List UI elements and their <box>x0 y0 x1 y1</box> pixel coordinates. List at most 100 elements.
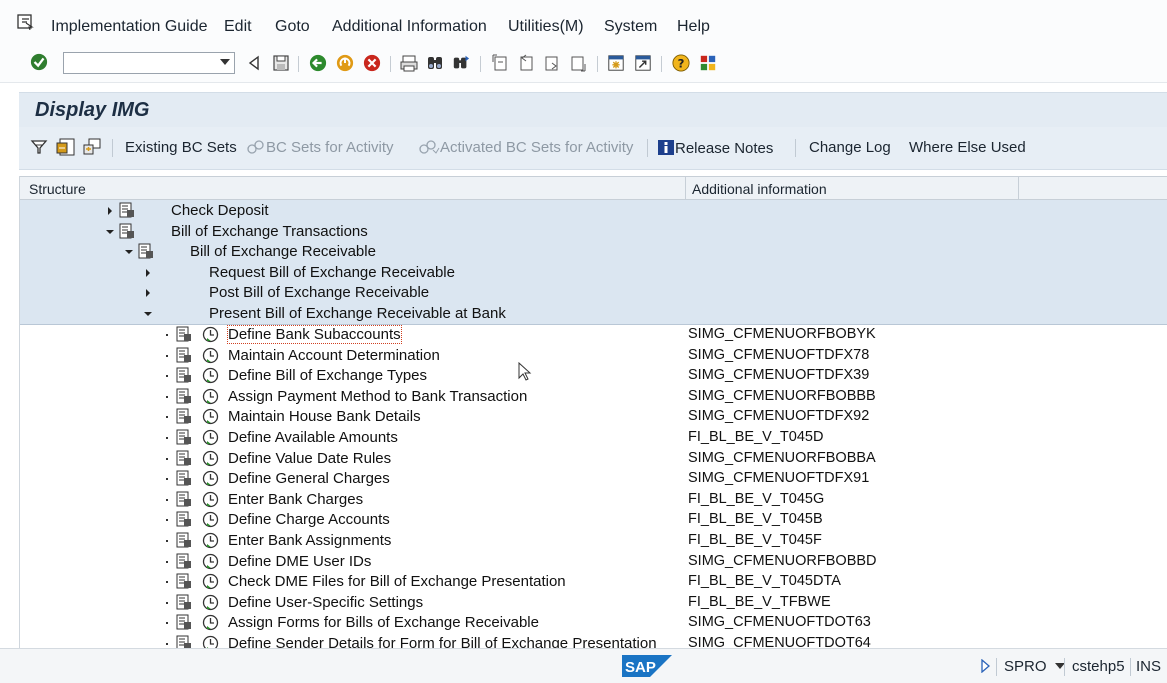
column-header-additional-information[interactable]: Additional information <box>692 181 827 197</box>
existing-bc-sets-button[interactable]: Existing BC Sets <box>125 139 237 156</box>
enter-check-icon[interactable] <box>30 53 48 71</box>
status-expand-icon[interactable] <box>980 658 990 678</box>
menu-help[interactable]: Help <box>677 18 710 36</box>
execute-clock-icon[interactable] <box>202 594 219 611</box>
tree-activity-row[interactable]: Assign Forms for Bills of Exchange Recei… <box>20 612 1167 633</box>
command-field[interactable] <box>63 52 235 74</box>
execute-clock-icon[interactable] <box>202 347 219 364</box>
document-icon[interactable] <box>176 635 192 648</box>
help-icon[interactable]: ? <box>672 54 690 72</box>
tree-activity-row[interactable]: Check DME Files for Bill of Exchange Pre… <box>20 571 1167 592</box>
tree-activity-row[interactable]: Assign Payment Method to Bank Transactio… <box>20 386 1167 407</box>
tree-activity-row[interactable]: Enter Bank Charges FI_BL_BE_V_T045G <box>20 489 1167 510</box>
menu-implementation-guide[interactable]: Implementation Guide <box>51 18 208 36</box>
create-session-icon[interactable] <box>607 54 625 72</box>
document-icon[interactable] <box>176 614 192 630</box>
tree-activity-row[interactable]: Define General Charges SIMG_CFMENUOFTDFX… <box>20 468 1167 489</box>
print-icon[interactable] <box>400 54 418 72</box>
collapse-arrow-icon[interactable] <box>125 250 133 255</box>
document-icon[interactable] <box>176 553 192 569</box>
execute-clock-icon[interactable] <box>202 614 219 631</box>
document-icon[interactable] <box>176 408 192 424</box>
execute-clock-icon[interactable] <box>202 429 219 446</box>
previous-page-icon[interactable] <box>517 54 535 72</box>
tree-node-check-deposit[interactable]: Check Deposit <box>20 200 1167 221</box>
exit-icon[interactable] <box>336 54 354 72</box>
document-icon[interactable] <box>176 573 192 589</box>
execute-clock-icon[interactable] <box>202 553 219 570</box>
document-icon[interactable] <box>176 347 192 363</box>
menu-icon[interactable] <box>17 14 35 30</box>
column-header-structure[interactable]: Structure <box>29 181 86 197</box>
filter-icon[interactable] <box>30 138 48 161</box>
release-notes-button[interactable]: Release Notes <box>657 139 773 157</box>
execute-clock-icon[interactable] <box>202 450 219 467</box>
find-icon[interactable] <box>426 54 444 72</box>
back-icon[interactable] <box>309 54 327 72</box>
document-icon[interactable] <box>176 450 192 466</box>
project-icon[interactable] <box>56 137 76 162</box>
execute-clock-icon[interactable] <box>202 635 219 648</box>
menu-edit[interactable]: Edit <box>224 18 252 36</box>
document-icon[interactable] <box>176 511 192 527</box>
layout-icon[interactable] <box>699 54 717 72</box>
column-divider[interactable] <box>1018 177 1019 199</box>
tree-activity-row[interactable]: Define Available Amounts FI_BL_BE_V_T045… <box>20 427 1167 448</box>
expand-subtree-icon[interactable] <box>82 137 102 162</box>
tree-activity-row[interactable]: Define DME User IDs SIMG_CFMENUORFBOBBD <box>20 551 1167 572</box>
tree-node-present-bill-of-exchange[interactable]: Present Bill of Exchange Receivable at B… <box>20 303 1167 324</box>
tree-node-bill-of-exchange-receivable[interactable]: Bill of Exchange Receivable <box>20 241 1167 262</box>
tree-activity-row[interactable]: Enter Bank Assignments FI_BL_BE_V_T045F <box>20 530 1167 551</box>
transaction-code[interactable]: SPRO <box>1004 658 1065 675</box>
save-icon[interactable] <box>272 54 290 72</box>
change-log-button[interactable]: Change Log <box>809 139 891 156</box>
tree-activity-row[interactable]: Define Sender Details for Form for Bill … <box>20 633 1167 648</box>
chevron-down-icon[interactable] <box>220 59 230 65</box>
execute-clock-icon[interactable] <box>202 388 219 405</box>
tree-node-bill-of-exchange-transactions[interactable]: Bill of Exchange Transactions <box>20 220 1167 242</box>
tree-node-post-bill-of-exchange[interactable]: Post Bill of Exchange Receivable <box>20 282 1167 303</box>
bc-sets-for-activity-button[interactable]: BC Sets for Activity <box>246 139 394 156</box>
activated-bc-sets-button[interactable]: Activated BC Sets for Activity <box>418 139 633 156</box>
insert-mode[interactable]: INS <box>1136 658 1161 675</box>
last-page-icon[interactable] <box>569 54 587 72</box>
execute-clock-icon[interactable] <box>202 573 219 590</box>
document-icon[interactable] <box>176 594 192 610</box>
tree-activity-row[interactable]: Define Charge Accounts FI_BL_BE_V_T045B <box>20 509 1167 530</box>
column-divider[interactable] <box>685 177 686 199</box>
menu-additional-information[interactable]: Additional Information <box>332 18 487 36</box>
execute-clock-icon[interactable] <box>202 367 219 384</box>
execute-clock-icon[interactable] <box>202 326 219 343</box>
menu-utilities[interactable]: Utilities(M) <box>508 18 584 36</box>
document-icon[interactable] <box>176 470 192 486</box>
tree-activity-row[interactable]: Maintain Account Determination SIMG_CFME… <box>20 345 1167 366</box>
menu-goto[interactable]: Goto <box>275 18 310 36</box>
find-next-icon[interactable] <box>452 54 470 72</box>
document-icon[interactable] <box>176 429 192 445</box>
back-triangle-icon[interactable] <box>245 54 263 72</box>
execute-clock-icon[interactable] <box>202 408 219 425</box>
document-icon[interactable] <box>176 388 192 404</box>
expand-arrow-icon[interactable] <box>146 289 150 298</box>
cancel-icon[interactable] <box>363 54 381 72</box>
tree-activity-row[interactable]: Define Bill of Exchange Types SIMG_CFMEN… <box>20 365 1167 386</box>
first-page-icon[interactable] <box>491 54 509 72</box>
collapse-arrow-icon[interactable] <box>106 229 114 234</box>
document-icon[interactable] <box>176 532 192 548</box>
collapse-arrow-icon[interactable] <box>144 312 152 316</box>
next-page-icon[interactable] <box>543 54 561 72</box>
execute-clock-icon[interactable] <box>202 470 219 487</box>
shortcut-icon[interactable] <box>634 54 652 72</box>
menu-system[interactable]: System <box>604 18 657 36</box>
tree-activity-row[interactable]: Define Bank Subaccounts SIMG_CFMENUORFBO… <box>20 324 1167 345</box>
tree-activity-row[interactable]: Maintain House Bank Details SIMG_CFMENUO… <box>20 406 1167 427</box>
execute-clock-icon[interactable] <box>202 511 219 528</box>
expand-arrow-icon[interactable] <box>108 207 112 215</box>
execute-clock-icon[interactable] <box>202 491 219 508</box>
expand-arrow-icon[interactable] <box>146 268 150 277</box>
where-else-used-button[interactable]: Where Else Used <box>909 139 1026 156</box>
document-icon[interactable] <box>176 326 192 342</box>
tree-activity-row[interactable]: Define Value Date Rules SIMG_CFMENUORFBO… <box>20 448 1167 469</box>
document-icon[interactable] <box>176 367 192 383</box>
execute-clock-icon[interactable] <box>202 532 219 549</box>
